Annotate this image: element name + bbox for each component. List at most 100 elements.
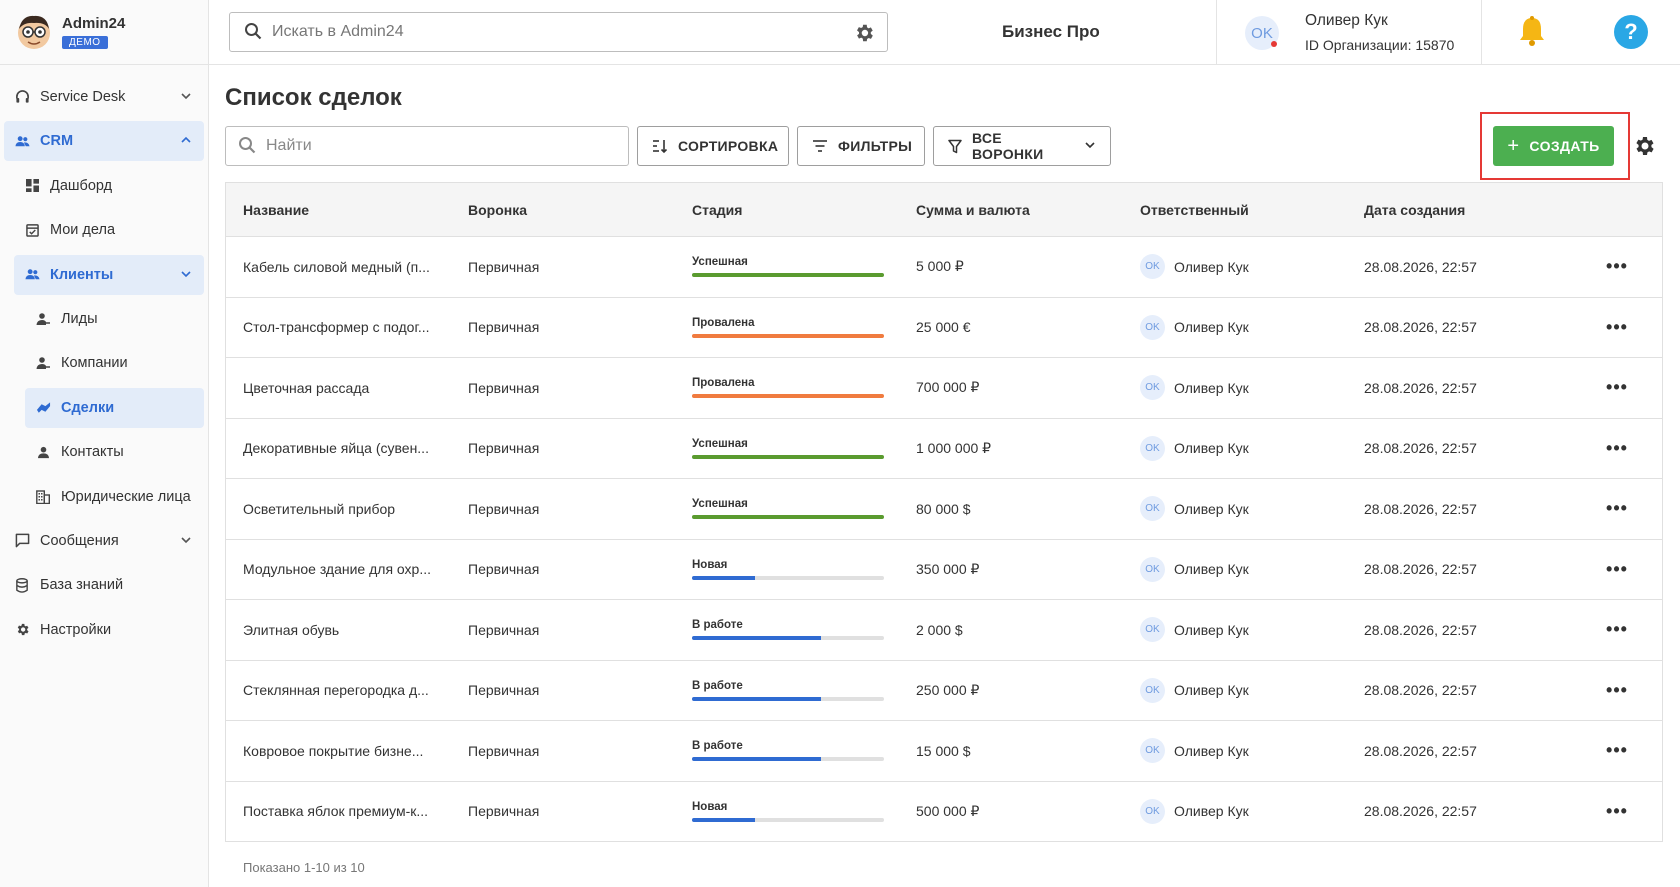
- stage-progress-fill: [692, 333, 884, 338]
- column-header-stage[interactable]: Стадия: [675, 202, 899, 218]
- sort-button[interactable]: СОРТИРОВКА: [637, 126, 789, 166]
- sidebar-item-dashboard[interactable]: Дашборд: [14, 166, 204, 206]
- more-actions-icon[interactable]: •••: [1606, 619, 1628, 640]
- responsible-name: Оливер Кук: [1174, 561, 1249, 578]
- sidebar-item-settings[interactable]: Настройки: [4, 610, 204, 650]
- sidebar-item-crm[interactable]: CRM: [4, 121, 204, 162]
- table-settings-gear-icon[interactable]: [1632, 134, 1656, 161]
- deal-funnel: Первичная: [468, 500, 540, 517]
- table-row[interactable]: Элитная обувь Первичная В работе 2 000 $ OK О…: [226, 600, 1662, 661]
- more-actions-icon[interactable]: •••: [1606, 498, 1628, 519]
- sidebar-item-knowledge-base[interactable]: База знаний: [4, 565, 204, 605]
- sidebar-item-my-tasks[interactable]: Мои дела: [14, 210, 204, 250]
- table-row[interactable]: Кабель силовой медный (п... Первичная Успе…: [226, 237, 1662, 298]
- deal-name[interactable]: Стол-трансформер с подог...: [226, 319, 451, 335]
- more-actions-icon[interactable]: •••: [1606, 256, 1628, 277]
- deal-amount: 2 000 $: [916, 621, 963, 638]
- deal-stage: В работе: [675, 680, 899, 701]
- column-header-amount[interactable]: Сумма и валюта: [899, 202, 1123, 218]
- deal-name[interactable]: Ковровое покрытие бизне...: [226, 743, 451, 759]
- sidebar-item-label: CRM: [40, 133, 74, 150]
- avatar: OK: [1140, 314, 1165, 340]
- deal-funnel: Первичная: [468, 319, 540, 336]
- deal-name[interactable]: Кабель силовой медный (п...: [226, 259, 451, 275]
- deal-responsible: OK Оливер Кук: [1123, 798, 1347, 824]
- organization-name[interactable]: Бизнес Про: [1002, 22, 1100, 42]
- deal-created-date: 28.08.2026, 22:57: [1364, 500, 1477, 517]
- stage-label: Провалена: [692, 377, 755, 390]
- table-row[interactable]: Стеклянная перегородка д... Первичная В ра…: [226, 661, 1662, 721]
- deal-stage: Провалена: [675, 377, 899, 399]
- user-profile[interactable]: OK Оливер Кук ID Организации: 15870: [1216, 0, 1482, 65]
- avatar: OK: [1245, 16, 1279, 50]
- deal-name[interactable]: Декоративные яйца (сувен...: [226, 440, 451, 456]
- global-search[interactable]: [229, 12, 888, 52]
- sidebar-item-deals[interactable]: Сделки: [25, 387, 204, 428]
- deal-responsible: OK Оливер Кук: [1123, 375, 1347, 401]
- user-name: Оливер Кук: [1305, 12, 1388, 29]
- table-row[interactable]: Модульное здание для охр... Первичная Нова…: [226, 540, 1662, 600]
- column-header-name[interactable]: Название: [226, 202, 451, 218]
- responsible-name: Оливер Кук: [1174, 440, 1249, 457]
- stage-progress-fill: [692, 394, 884, 399]
- create-button[interactable]: + СОЗДАТЬ: [1493, 126, 1614, 166]
- deal-amount: 1 000 000 ₽: [916, 439, 992, 456]
- filter-button[interactable]: ФИЛЬТРЫ: [797, 126, 925, 166]
- table-row[interactable]: Стол-трансформер с подог... Первичная Пров…: [226, 298, 1662, 358]
- deal-amount: 15 000 $: [916, 742, 971, 759]
- deal-created-date: 28.08.2026, 22:57: [1364, 742, 1477, 759]
- brand[interactable]: Admin24 ДЕМО: [0, 0, 208, 65]
- deals-search-input[interactable]: [266, 137, 606, 155]
- deal-responsible: OK Оливер Кук: [1123, 617, 1347, 643]
- stage-label: В работе: [692, 679, 743, 692]
- sidebar-item-messages[interactable]: Сообщения: [4, 521, 204, 561]
- table-row[interactable]: Декоративные яйца (сувен... Первичная Успе…: [226, 419, 1662, 479]
- more-actions-icon[interactable]: •••: [1606, 377, 1628, 398]
- sidebar-item-label: Компании: [61, 355, 128, 372]
- global-search-input[interactable]: [272, 23, 832, 41]
- sidebar-item-label: Дашборд: [50, 177, 113, 194]
- sidebar-item-clients[interactable]: Клиенты: [14, 254, 204, 295]
- sidebar-item-service-desk[interactable]: Service Desk: [4, 77, 204, 117]
- search-icon: [244, 22, 262, 43]
- deal-stage: В работе: [675, 619, 899, 641]
- sidebar-item-contacts[interactable]: Контакты: [25, 432, 204, 472]
- topbar: Бизнес Про OK Оливер Кук ID Организации:…: [209, 0, 1680, 65]
- funnels-dropdown[interactable]: ВСЕ ВОРОНКИ: [933, 126, 1111, 166]
- stage-progress-fill: [692, 575, 756, 580]
- deal-name[interactable]: Поставка яблок премиум-к...: [226, 803, 451, 819]
- table-row[interactable]: Ковровое покрытие бизне... Первичная В раб…: [226, 721, 1662, 782]
- help-icon[interactable]: ?: [1614, 15, 1648, 49]
- deal-created-date: 28.08.2026, 22:57: [1364, 621, 1477, 638]
- deal-responsible: OK Оливер Кук: [1123, 314, 1347, 340]
- sidebar-item-legal-entities[interactable]: Юридические лица: [25, 477, 204, 517]
- person-add-icon: [35, 355, 51, 371]
- column-header-responsible[interactable]: Ответственный: [1123, 202, 1347, 218]
- deal-name[interactable]: Элитная обувь: [226, 622, 451, 638]
- deal-funnel: Первичная: [468, 682, 540, 699]
- deals-search[interactable]: [225, 126, 629, 166]
- more-actions-icon[interactable]: •••: [1606, 801, 1628, 822]
- deal-name[interactable]: Цветочная рассада: [226, 380, 451, 396]
- chevron-down-icon: [180, 268, 192, 284]
- table-row[interactable]: Поставка яблок премиум-к... Первичная Нова…: [226, 782, 1662, 842]
- table-row[interactable]: Цветочная рассада Первичная Провалена 700 0…: [226, 358, 1662, 419]
- more-actions-icon[interactable]: •••: [1606, 740, 1628, 761]
- more-actions-icon[interactable]: •••: [1606, 680, 1628, 701]
- sidebar-item-companies[interactable]: Компании: [25, 343, 204, 383]
- table-row[interactable]: Осветительный прибор Первичная Успешная 80 …: [226, 479, 1662, 540]
- deal-name[interactable]: Модульное здание для охр...: [226, 561, 451, 577]
- deal-name[interactable]: Осветительный прибор: [226, 501, 451, 517]
- column-header-funnel[interactable]: Воронка: [451, 202, 675, 218]
- column-header-created[interactable]: Дата создания: [1347, 202, 1587, 218]
- more-actions-icon[interactable]: •••: [1606, 559, 1628, 580]
- deal-created-date: 28.08.2026, 22:57: [1364, 258, 1477, 275]
- search-settings-gear-icon[interactable]: [853, 22, 875, 47]
- more-actions-icon[interactable]: •••: [1606, 438, 1628, 459]
- sidebar-item-leads[interactable]: Лиды: [25, 299, 204, 339]
- filter-lines-icon: [812, 139, 828, 153]
- sidebar-item-label: Клиенты: [50, 266, 114, 283]
- avatar-initials: OK: [1251, 24, 1273, 42]
- more-actions-icon[interactable]: •••: [1606, 317, 1628, 338]
- deal-name[interactable]: Стеклянная перегородка д...: [226, 682, 451, 698]
